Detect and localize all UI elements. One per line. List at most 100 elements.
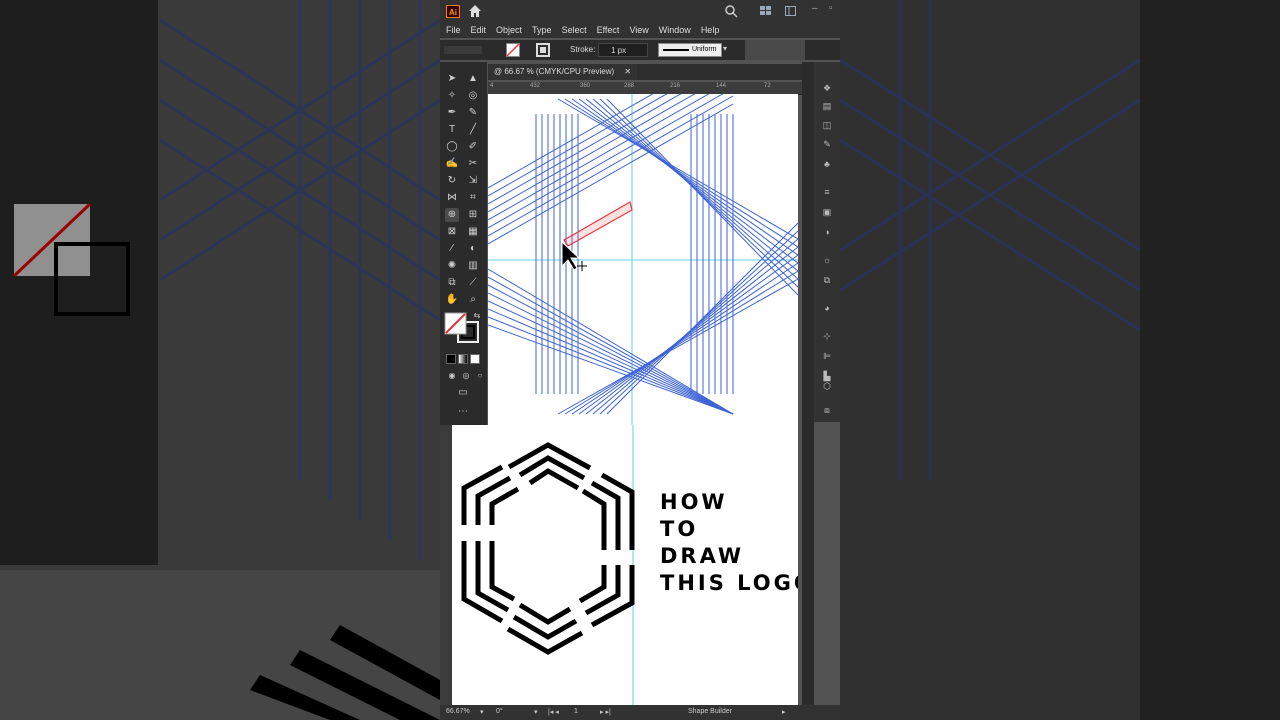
stroke-panel-icon[interactable]: ≡: [820, 186, 834, 198]
menu-type[interactable]: Type: [532, 25, 552, 35]
menu-view[interactable]: View: [629, 25, 648, 35]
type-tool-icon[interactable]: T: [445, 123, 459, 137]
chevron-down-icon[interactable]: ▾: [534, 708, 538, 716]
shaper-tool-icon[interactable]: ✍: [445, 157, 459, 171]
menu-object[interactable]: Object: [496, 25, 522, 35]
magic-wand-tool-icon[interactable]: ✧: [445, 89, 459, 103]
search-icon[interactable]: [724, 4, 738, 18]
scissors-tool-icon[interactable]: ✂: [466, 157, 480, 171]
home-icon[interactable]: [468, 4, 482, 18]
artboard-tool-icon[interactable]: ⧉: [445, 276, 459, 290]
selection-tool-icon[interactable]: ➤: [445, 72, 459, 86]
gradient-mode-icon[interactable]: [458, 354, 468, 364]
stroke-weight-field[interactable]: 1 px: [598, 43, 648, 57]
column-graph-tool-icon[interactable]: ▥: [466, 259, 480, 273]
transparency-icon[interactable]: ◑: [820, 226, 834, 238]
align-icon[interactable]: ⊫: [820, 350, 834, 362]
blend-tool-icon[interactable]: ◐: [466, 242, 480, 256]
more-tools-icon[interactable]: ⋯: [456, 405, 470, 419]
selected-line-artwork[interactable]: [488, 94, 798, 425]
menu-effect[interactable]: Effect: [597, 25, 620, 35]
menu-select[interactable]: Select: [562, 25, 587, 35]
logo-title-line: DRAW: [660, 544, 745, 568]
pattern-line: [488, 94, 696, 213]
document-tab[interactable]: @ 66.67 % (CMYK/CPU Preview) ✕: [488, 64, 638, 80]
symbol-sprayer-tool-icon[interactable]: ✺: [445, 259, 459, 273]
rotate-tool-icon[interactable]: ↻: [445, 174, 459, 188]
artboard-nav-last-icon[interactable]: ▸ ▸|: [600, 708, 611, 716]
properties-icon[interactable]: ▤: [820, 100, 834, 112]
artboard-nav-first-icon[interactable]: |◂ ◂: [548, 708, 559, 716]
direct-selection-tool-icon[interactable]: ▲: [466, 72, 480, 86]
draw-behind-icon[interactable]: ◎: [459, 369, 473, 383]
gradient-tool-icon[interactable]: ▦: [466, 225, 480, 239]
pattern-line: [585, 98, 798, 272]
arrange-documents-icon[interactable]: [760, 6, 772, 16]
shape-builder-tool-icon[interactable]: ⊕: [445, 208, 459, 222]
status-menu-icon[interactable]: ▸: [782, 708, 786, 716]
scale-tool-icon[interactable]: ⇲: [466, 174, 480, 188]
eyedropper-tool-icon[interactable]: ⁄: [445, 242, 459, 256]
graphic-styles-icon[interactable]: ⧉: [820, 274, 834, 286]
mesh-tool-icon[interactable]: ⊠: [445, 225, 459, 239]
chevron-down-icon[interactable]: ▾: [480, 708, 484, 716]
brush-profile-dropdown[interactable]: Uniform: [658, 43, 722, 57]
lasso-tool-icon[interactable]: ◎: [466, 89, 480, 103]
menu-edit[interactable]: Edit: [471, 25, 487, 35]
workspace-icon[interactable]: [785, 6, 797, 16]
logo-title-line: HOW: [660, 490, 728, 514]
ruler-tick: 216: [670, 83, 681, 89]
pen-tool-icon[interactable]: ✒: [445, 106, 459, 120]
artboard-canvas[interactable]: [488, 94, 798, 425]
status-bar: 66.67% ▾ 0° ▾ |◂ ◂ 1 ▸ ▸| Shape Builder …: [440, 705, 840, 720]
gradient-panel-icon[interactable]: ▣: [820, 206, 834, 218]
zoom-level[interactable]: 66.67%: [446, 708, 470, 715]
color-guide-icon[interactable]: ◕: [820, 302, 834, 314]
tools-panel: ➤ ▲ ✧ ◎ ✒ ✎ T ╱ ◯ ✐ ✍ ✂ ↻ ⇲ ⋈ ⌗ ⊕ ⊞ ⊠ ▦ …: [440, 62, 487, 425]
stroke-swatch-icon[interactable]: [536, 43, 550, 57]
minimize-icon[interactable]: –: [812, 3, 818, 14]
ellipse-tool-icon[interactable]: ◯: [445, 140, 459, 154]
transform-icon[interactable]: ⊹: [820, 330, 834, 342]
slice-tool-icon[interactable]: ⟋: [466, 276, 480, 290]
screen-mode-icon[interactable]: ▭: [456, 386, 470, 400]
appearance-icon[interactable]: ☼: [820, 254, 834, 266]
panels-dock: ❖ ▤ ◫ ✎ ♣ ≡ ▣ ◑ ☼ ⧉ ◕ ⊹ ⊫ ▙ ⬡ ⧈: [814, 62, 840, 422]
stroke-label: Stroke:: [570, 45, 596, 54]
chevron-down-icon[interactable]: ▾: [723, 44, 727, 53]
perspective-tool-icon[interactable]: ⊞: [466, 208, 480, 222]
pattern-line: [488, 276, 734, 415]
3d-materials-icon[interactable]: ⬡: [820, 380, 834, 392]
libraries-icon[interactable]: ❖: [820, 82, 834, 94]
menu-help[interactable]: Help: [701, 25, 720, 35]
document-tab-bar: @ 66.67 % (CMYK/CPU Preview) ✕: [488, 64, 808, 80]
width-tool-icon[interactable]: ⋈: [445, 191, 459, 205]
artboard-number[interactable]: 1: [574, 708, 578, 715]
layers-icon[interactable]: ◫: [820, 119, 834, 131]
control-bar: Stroke: 1 px Uniform ▾: [440, 40, 840, 60]
draw-normal-icon[interactable]: ◉: [445, 369, 459, 383]
canvas-scrollbar[interactable]: [802, 62, 814, 712]
maximize-icon[interactable]: ▫: [829, 3, 833, 14]
none-mode-icon[interactable]: [470, 354, 480, 364]
brushes-icon[interactable]: ✎: [820, 138, 834, 150]
swap-fill-stroke-icon[interactable]: ⇆: [470, 309, 484, 323]
brush-profile-label: Uniform: [692, 46, 717, 53]
paintbrush-tool-icon[interactable]: ✐: [466, 140, 480, 154]
hand-tool-icon[interactable]: ✋: [445, 293, 459, 307]
draw-inside-icon[interactable]: ○: [473, 369, 487, 383]
pattern-line: [488, 324, 734, 415]
close-icon[interactable]: ✕: [624, 67, 631, 76]
symbols-icon[interactable]: ♣: [820, 158, 834, 170]
fill-swatch-none-icon[interactable]: [506, 43, 520, 57]
zoom-tool-icon[interactable]: ⌕: [466, 293, 480, 307]
color-mode-icon[interactable]: [446, 354, 456, 364]
artboards-panel-icon[interactable]: ⧈: [820, 404, 834, 416]
free-transform-tool-icon[interactable]: ⌗: [466, 191, 480, 205]
menu-file[interactable]: File: [446, 25, 461, 35]
rotation-value[interactable]: 0°: [496, 708, 503, 715]
curvature-tool-icon[interactable]: ✎: [466, 106, 480, 120]
menu-window[interactable]: Window: [659, 25, 691, 35]
pattern-line: [488, 268, 734, 415]
line-tool-icon[interactable]: ╱: [466, 123, 480, 137]
